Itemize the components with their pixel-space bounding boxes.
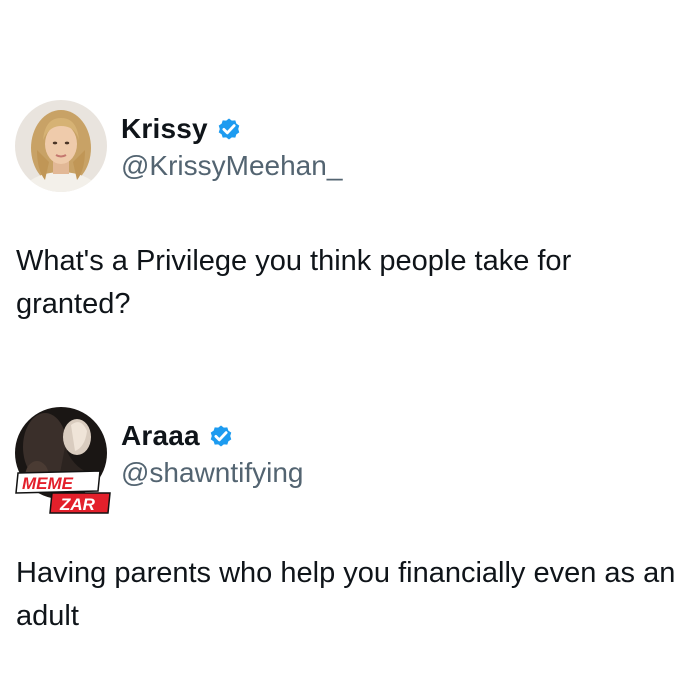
memezar-watermark-logo: MEME ZAR xyxy=(14,469,114,517)
svg-text:MEME: MEME xyxy=(22,474,74,493)
tweet-header: Krissy @KrissyMeehan_ xyxy=(0,100,700,192)
display-name[interactable]: Krissy xyxy=(121,113,208,145)
verified-badge-icon xyxy=(215,115,243,143)
tweet-header: MEME ZAR Araaa @shawntifying xyxy=(0,407,700,514)
display-name[interactable]: Araaa xyxy=(121,420,200,452)
tweet-text: Having parents who help you financially … xyxy=(16,557,676,632)
tweet-araaa: MEME ZAR Araaa @shawntifying Having pare… xyxy=(0,407,700,632)
avatar-krissy[interactable] xyxy=(15,100,107,192)
handle[interactable]: @KrissyMeehan_ xyxy=(121,150,342,182)
svg-text:ZAR: ZAR xyxy=(59,495,96,514)
handle[interactable]: @shawntifying xyxy=(121,457,304,489)
verified-badge-icon xyxy=(207,422,235,450)
tweet-krissy: Krissy @KrissyMeehan_ What's a Privilege… xyxy=(0,100,700,320)
name-row: Araaa xyxy=(121,419,235,453)
name-row: Krissy xyxy=(121,112,243,146)
tweet-text: What's a Privilege you think people take… xyxy=(16,245,572,320)
